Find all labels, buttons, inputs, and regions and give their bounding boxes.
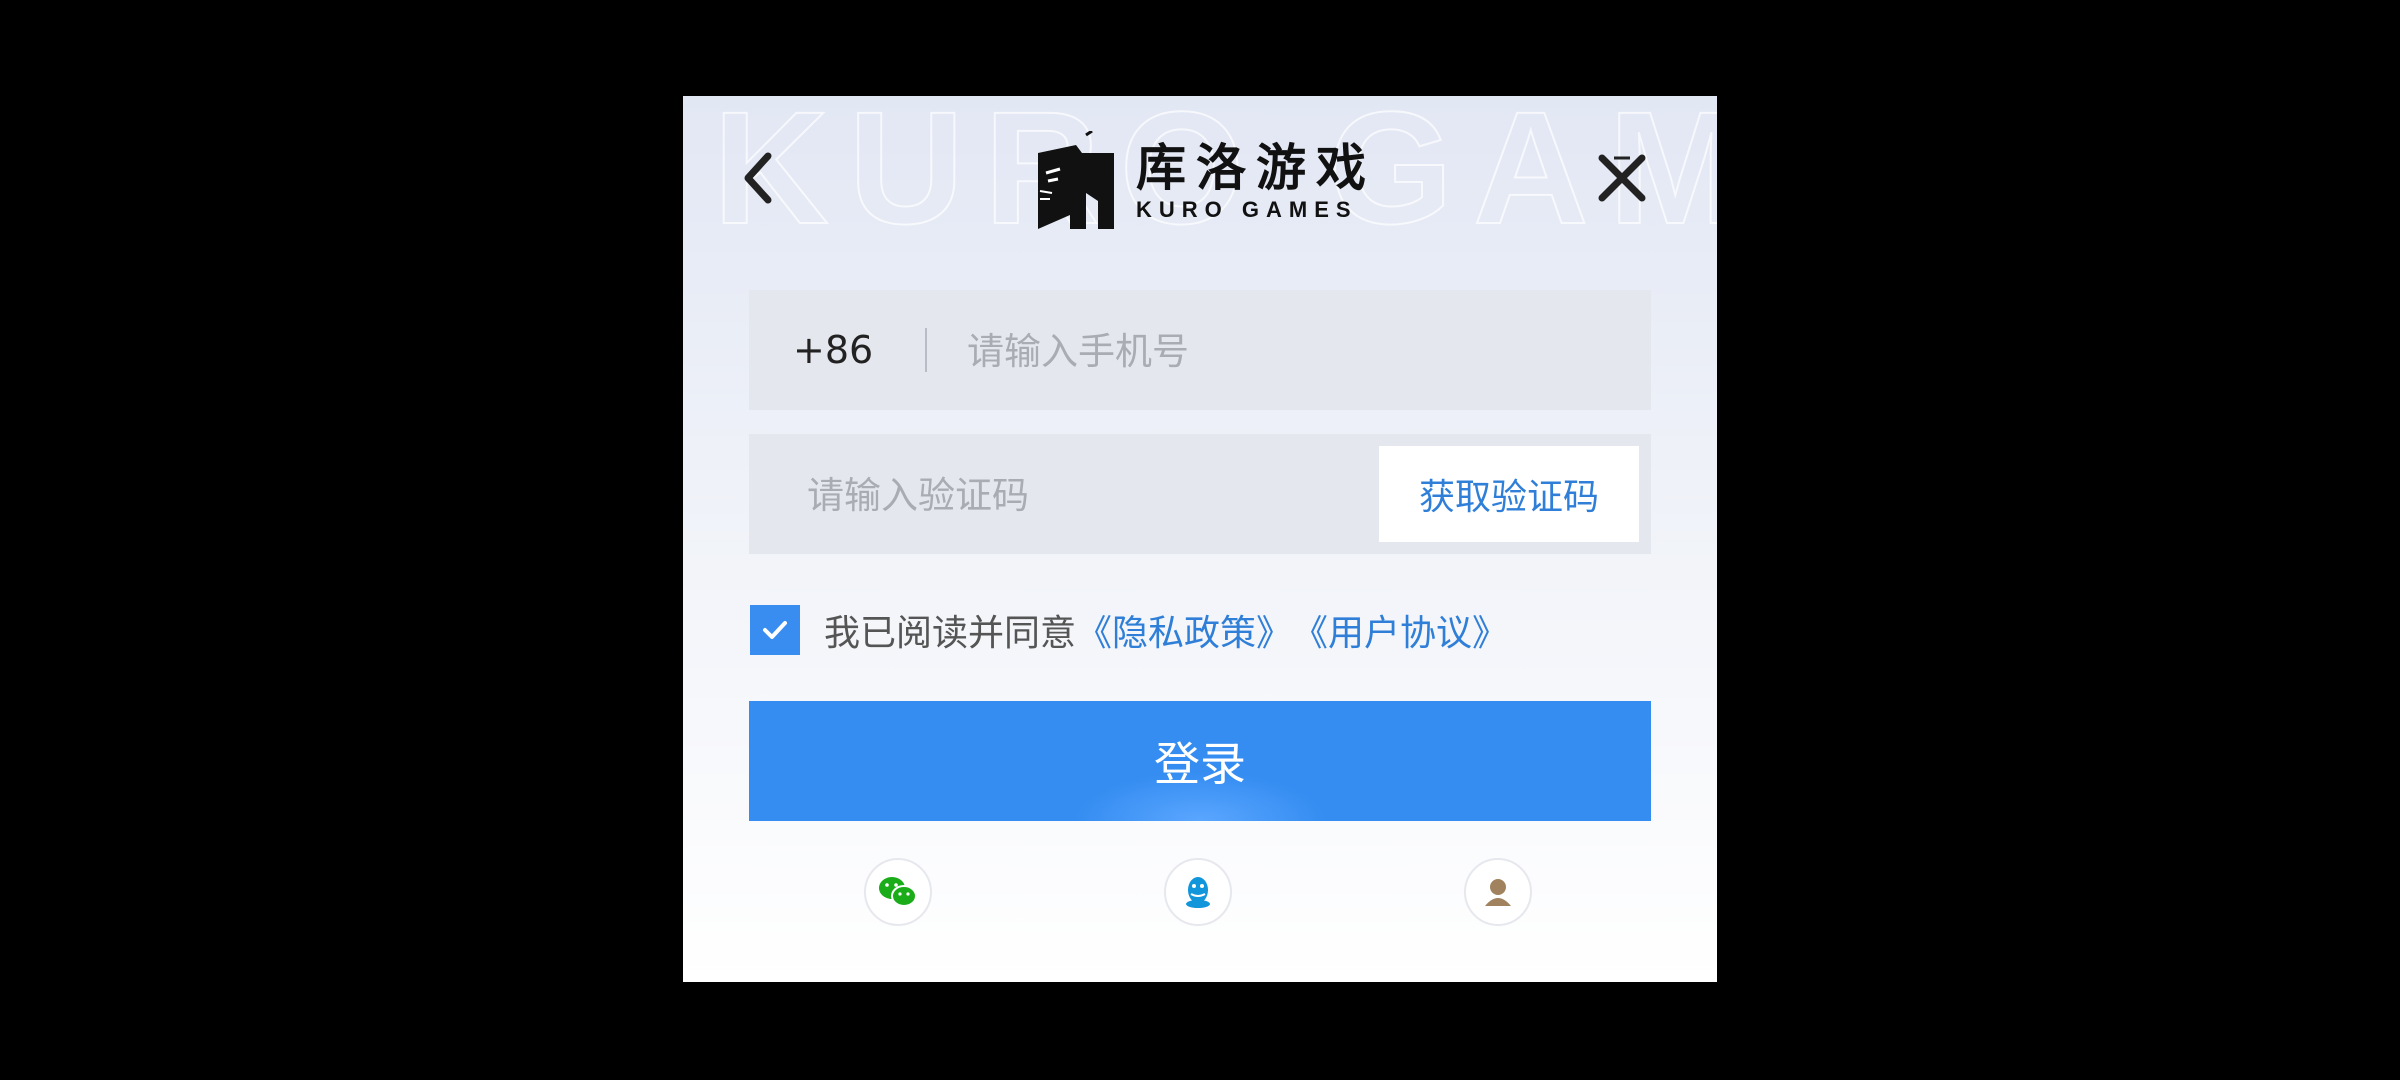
login-button[interactable]: 登录	[749, 701, 1651, 821]
privacy-policy-link[interactable]: 《隐私政策》	[1076, 604, 1292, 656]
verification-code-field: 获取验证码	[749, 434, 1651, 556]
checkmark-icon	[763, 621, 787, 639]
login-dialog: KURO GAMES 库洛游戏 KURO GAMES +86 获取验证码	[683, 96, 1717, 982]
back-button[interactable]	[718, 138, 798, 218]
verification-code-input[interactable]	[805, 434, 1369, 556]
wechat-icon	[879, 877, 917, 907]
phone-input[interactable]	[965, 290, 1629, 412]
phone-field: +86	[749, 290, 1651, 412]
chevron-left-icon	[744, 152, 772, 204]
close-icon	[1598, 154, 1646, 202]
guest-icon	[1485, 879, 1511, 906]
agreement-checkbox[interactable]	[750, 605, 800, 655]
get-code-button[interactable]: 获取验证码	[1379, 446, 1639, 542]
wechat-login-button[interactable]	[864, 858, 932, 926]
logo-mark-icon	[1038, 131, 1114, 229]
guest-login-button[interactable]	[1464, 858, 1532, 926]
divider	[925, 328, 927, 372]
agreement-text: 我已阅读并同意	[824, 613, 1077, 654]
logo-chinese-text: 库洛游戏	[1136, 139, 1376, 197]
country-code[interactable]: +86	[793, 290, 873, 410]
kuro-games-logo: 库洛游戏 KURO GAMES	[1026, 126, 1376, 236]
close-button[interactable]	[1582, 138, 1662, 218]
qq-icon	[1186, 877, 1210, 908]
qq-login-button[interactable]	[1164, 858, 1232, 926]
agreement-row: 我已阅读并同意 《隐私政策》 《用户协议》	[750, 604, 1508, 656]
logo-english-text: KURO GAMES	[1136, 197, 1358, 222]
user-agreement-link[interactable]: 《用户协议》	[1292, 604, 1508, 656]
